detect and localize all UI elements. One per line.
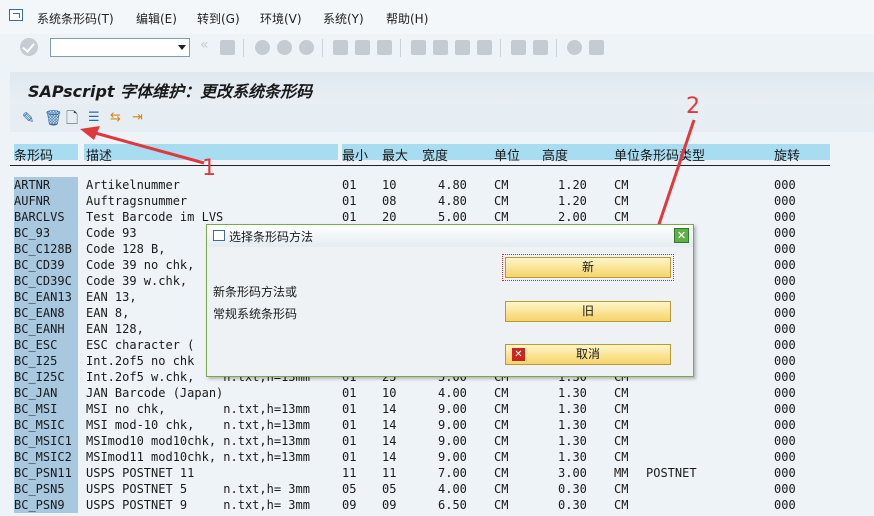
old-button-label: 旧 xyxy=(581,304,594,318)
annotation-number-2: 2 xyxy=(686,94,700,119)
arrow-head-1 xyxy=(80,126,100,140)
old-button[interactable]: 旧 xyxy=(505,301,671,322)
dialog-text-line-1: 新条形码方法或 xyxy=(213,285,298,299)
cancel-x-icon: ✕ xyxy=(512,348,525,361)
cancel-button-label: 取消 xyxy=(575,347,600,361)
window-icon xyxy=(213,230,225,241)
new-button[interactable]: 新 xyxy=(502,254,674,281)
cancel-button[interactable]: ✕ 取消 xyxy=(505,344,671,365)
choose-barcode-method-dialog: 选择条形码方法 ✕ 新条形码方法或 常规系统条形码 新 旧 ✕ 取消 xyxy=(206,224,694,377)
close-icon[interactable]: ✕ xyxy=(674,228,689,243)
dialog-text-line-2: 常规系统条形码 xyxy=(213,307,298,321)
annotation-number-1: 1 xyxy=(202,156,216,181)
dialog-title: 选择条形码方法 xyxy=(229,230,314,244)
new-button-label: 新 xyxy=(581,260,594,274)
dialog-title-bar: 选择条形码方法 ✕ xyxy=(207,225,693,247)
arrow-line-1 xyxy=(87,129,205,165)
